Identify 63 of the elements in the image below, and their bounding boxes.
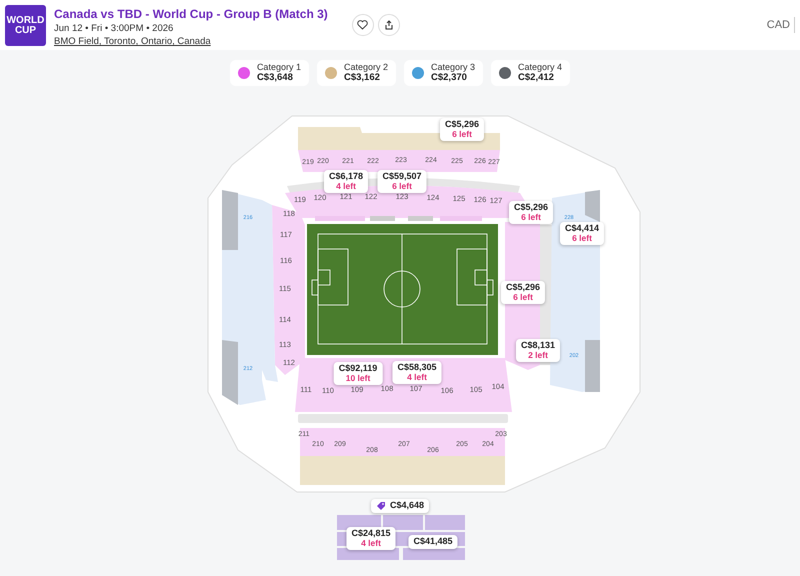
category-chip[interactable]: Category 4 C$2,412 (491, 60, 570, 86)
category-name: Category 3 (431, 63, 476, 73)
event-title: Canada vs TBD - World Cup - Group B (Match 3) (54, 6, 328, 23)
pin-price: C$24,815 (351, 529, 391, 539)
pin-price: C$8,131 (520, 341, 556, 351)
field-label-bar (440, 216, 482, 221)
price-pin[interactable]: C$59,507 6 left (377, 170, 427, 194)
price-pin[interactable]: C$24,815 4 left (346, 527, 396, 550)
price-pin[interactable]: C$8,131 2 left (516, 339, 560, 362)
concourse-bar (585, 340, 600, 392)
seats-left: 6 left (451, 130, 473, 140)
concourse-bar (222, 340, 238, 405)
pin-price: C$41,485 (413, 537, 453, 547)
share-icon (384, 20, 394, 30)
pin-price: C$5,296 (514, 203, 548, 213)
event-date: Jun 12 • Fri • 3:00PM • 2026 (54, 23, 174, 36)
currency-label: CAD (766, 16, 795, 34)
category-name: Category 1 (256, 63, 301, 73)
category-chip[interactable]: Category 1 C$3,648 (230, 60, 309, 86)
tag-icon (376, 501, 386, 511)
price-pin[interactable]: C$92,119 10 left (334, 362, 382, 386)
concourse-bar (585, 190, 600, 222)
category-price: C$3,648 (256, 72, 293, 84)
pin-price: C$5,296 (506, 283, 540, 293)
favorite-button[interactable] (352, 14, 374, 36)
category-name: Category 2 (344, 63, 388, 73)
seats-left: 6 left (391, 182, 413, 192)
pin-price: C$4,414 (564, 224, 600, 234)
price-pin[interactable]: C$5,296 6 left (508, 201, 554, 224)
price-pin[interactable]: C$58,305 4 left (392, 361, 442, 384)
category-chip[interactable]: Category 2 C$3,162 (316, 60, 396, 86)
seats-left: 6 left (520, 212, 542, 222)
pin-price: C$92,119 (338, 364, 378, 374)
field-label-bar (370, 216, 395, 221)
seats-left: 4 left (360, 538, 382, 548)
price-pin[interactable]: C$6,178 4 left (324, 170, 368, 194)
price-pin[interactable]: C$4,414 6 left (560, 222, 604, 246)
price-pin[interactable]: C$5,296 6 left (440, 118, 484, 142)
field-label-bar (408, 216, 433, 221)
concourse-bar (222, 190, 238, 250)
seats-left: 6 left (512, 292, 534, 302)
pin-price: C$59,507 (382, 172, 422, 182)
category-price: C$3,162 (344, 72, 380, 84)
category-price: C$2,370 (431, 72, 467, 84)
pin-price: C$5,296 (444, 120, 480, 130)
price-tag[interactable]: C$4,648 (370, 499, 430, 513)
pin-price: C$58,305 (397, 363, 437, 373)
seats-left: 4 left (335, 182, 357, 192)
seats-left: 4 left (406, 372, 428, 382)
event-logo: WORLD CUP (5, 5, 46, 46)
price-pin[interactable]: C$5,296 6 left (500, 281, 546, 304)
category-chip[interactable]: Category 3 C$2,370 (404, 60, 484, 86)
pin-price: C$4,648 (390, 501, 424, 511)
seats-left: 2 left (527, 350, 549, 360)
price-pin[interactable]: C$41,485 (408, 535, 458, 549)
category-name: Category 4 (518, 63, 562, 73)
seats-left: 10 left (344, 374, 372, 384)
share-button[interactable] (378, 14, 400, 36)
venue-link[interactable]: BMO Field, Toronto, Ontario, Canada (54, 35, 328, 50)
category-price: C$2,412 (518, 72, 554, 84)
field-label-bar (315, 216, 365, 221)
seats-left: 6 left (571, 234, 593, 244)
pin-price: C$6,178 (328, 172, 364, 182)
